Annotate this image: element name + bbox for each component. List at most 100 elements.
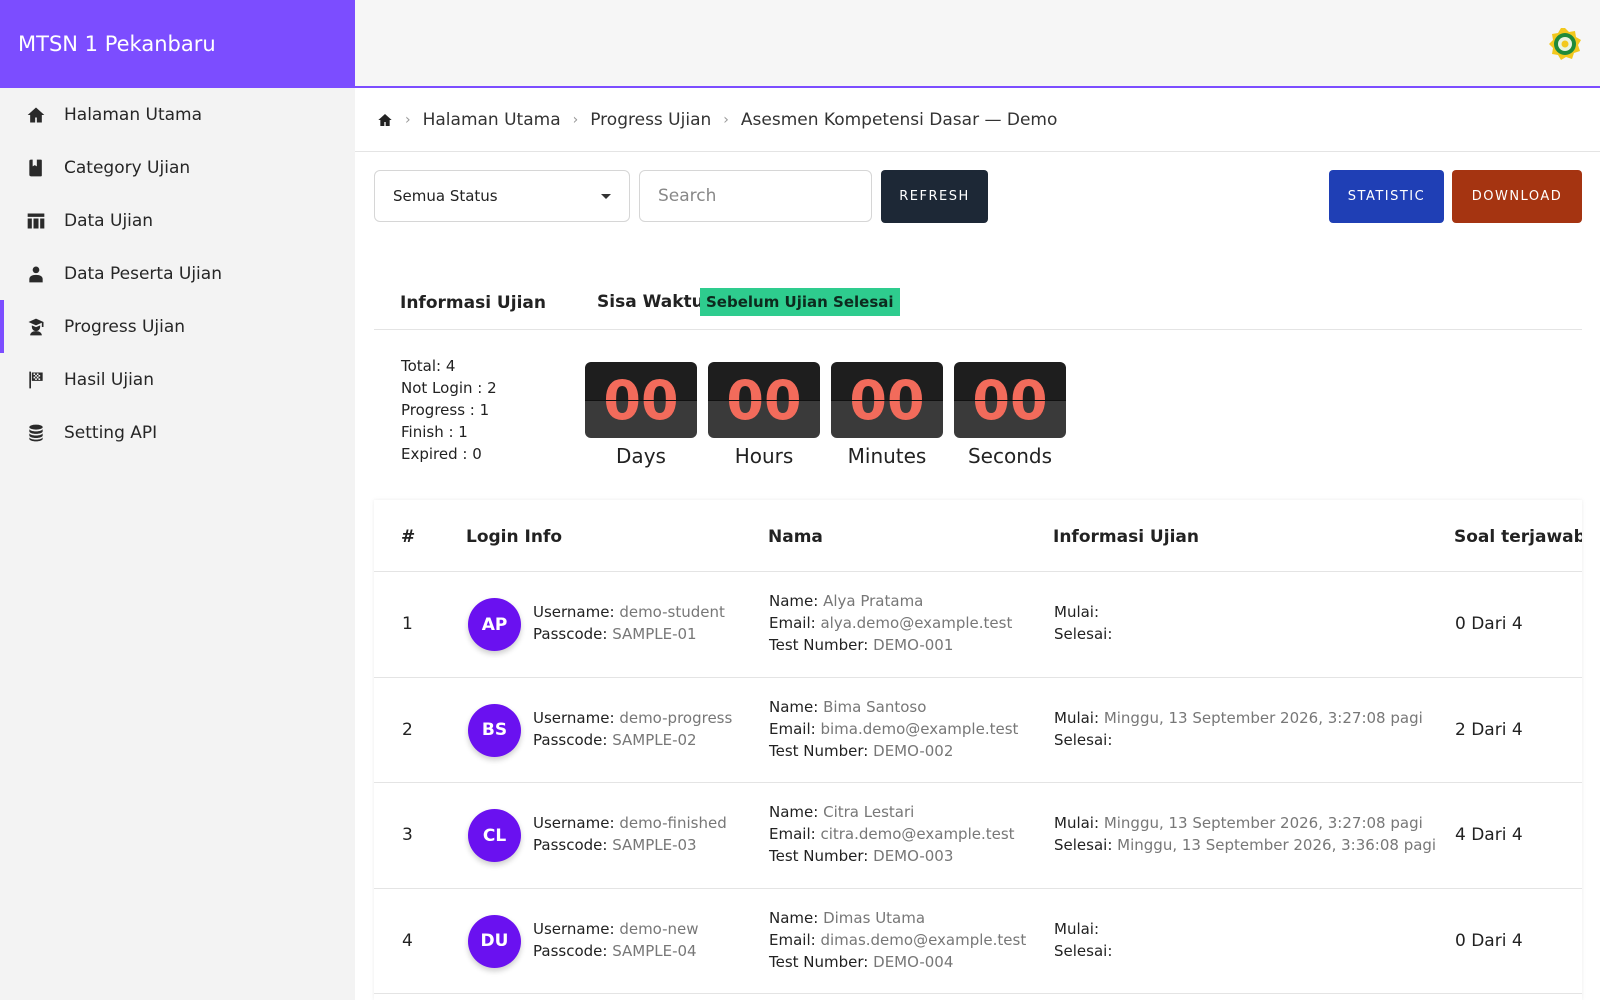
email-value: alya.demo@example.test bbox=[820, 614, 1013, 632]
status-filter-value: Semua Status bbox=[393, 187, 498, 205]
table-row[interactable]: 3 CL Username: demo-finished Passcode: S… bbox=[374, 783, 1582, 889]
exam-info-header: Informasi Ujian Sisa Waktu: Sebelum Ujia… bbox=[374, 274, 1582, 330]
sidebar-item-halaman-utama[interactable]: Halaman Utama bbox=[0, 88, 355, 141]
countdown-minutes-label: Minutes bbox=[847, 444, 927, 468]
status-filter-select[interactable]: Semua Status bbox=[374, 170, 630, 222]
breadcrumb-item-halaman-utama[interactable]: Halaman Utama bbox=[423, 110, 561, 130]
progress-table: # Login Info Nama Informasi Ujian Soal t… bbox=[374, 500, 1582, 1000]
email-value: bima.demo@example.test bbox=[820, 719, 1019, 738]
participant-info: Name: Citra Lestari Email: citra.demo@ex… bbox=[769, 803, 1015, 865]
sidebar-item-category-ujian[interactable]: Category Ujian bbox=[0, 141, 355, 194]
table-header: # Login Info Nama Informasi Ujian Soal t… bbox=[374, 500, 1582, 572]
login-info: Username: demo-new Passcode: SAMPLE-04 bbox=[533, 919, 699, 960]
table-icon bbox=[25, 210, 47, 232]
test-number-value: DEMO-003 bbox=[873, 847, 954, 865]
search-input[interactable] bbox=[639, 170, 872, 222]
username-value: demo-student bbox=[619, 603, 725, 621]
participant-info: Name: Alya Pratama Email: alya.demo@exam… bbox=[769, 592, 1013, 654]
remaining-time-label: Sisa Waktu: bbox=[597, 292, 711, 312]
row-number: 4 bbox=[402, 930, 413, 951]
exam-stats: Total: 4 Not Login : 2 Progress : 1 Fini… bbox=[401, 355, 497, 465]
column-header-nama: Nama bbox=[768, 527, 823, 547]
table-row[interactable]: 1 AP Username: demo-student Passcode: SA… bbox=[374, 572, 1582, 678]
column-header-informasi-ujian: Informasi Ujian bbox=[1053, 527, 1199, 547]
row-number: 2 bbox=[402, 719, 413, 740]
exam-time-info: Mulai: Selesai: bbox=[1054, 603, 1113, 643]
avatar: CL bbox=[468, 809, 521, 862]
column-header-soal-terjawab: Soal terjawab bbox=[1454, 527, 1582, 547]
passcode-value: SAMPLE-03 bbox=[612, 836, 697, 854]
name-value: Alya Pratama bbox=[823, 592, 924, 610]
exam-time-info: Mulai: Minggu, 13 September 2026, 3:27:0… bbox=[1054, 814, 1437, 854]
brand-title[interactable]: MTSN 1 Pekanbaru bbox=[0, 0, 355, 88]
answered-count: 4 Dari 4 bbox=[1455, 825, 1523, 845]
topbar bbox=[355, 0, 1600, 88]
sidebar-item-label: Hasil Ujian bbox=[64, 369, 154, 390]
sidebar-item-setting-api[interactable]: Setting API bbox=[0, 406, 355, 459]
stat-progress: Progress : 1 bbox=[401, 401, 490, 419]
chevron-right-icon: › bbox=[723, 111, 729, 128]
countdown-seconds-label: Seconds bbox=[967, 444, 1053, 468]
remaining-time-badge: Sebelum Ujian Selesai bbox=[700, 288, 900, 316]
stat-not-login: Not Login : 2 bbox=[401, 379, 497, 397]
database-icon bbox=[25, 422, 47, 444]
home-icon bbox=[25, 104, 47, 126]
breadcrumb-item-progress-ujian[interactable]: Progress Ujian bbox=[590, 110, 711, 130]
school-logo-icon[interactable] bbox=[1548, 27, 1582, 61]
person-icon bbox=[25, 263, 47, 285]
chevron-right-icon: › bbox=[572, 111, 579, 128]
breadcrumb: › Halaman Utama › Progress Ujian › Asesm… bbox=[355, 88, 1600, 152]
start-time-value: Minggu, 13 September 2026, 3:27:08 pagi bbox=[1103, 708, 1423, 727]
test-number-value: DEMO-001 bbox=[873, 636, 954, 654]
stat-finish: Finish : 1 bbox=[401, 423, 468, 441]
sidebar-item-label: Category Ujian bbox=[64, 157, 191, 178]
countdown-hours: 00 Hours bbox=[708, 362, 820, 468]
row-number: 1 bbox=[402, 614, 413, 634]
answered-count: 0 Dari 4 bbox=[1455, 614, 1523, 634]
download-button[interactable]: DOWNLOAD bbox=[1452, 170, 1582, 223]
breadcrumb-item-current: Asesmen Kompetensi Dasar — Demo bbox=[740, 109, 1058, 130]
breadcrumb-home-icon[interactable] bbox=[377, 112, 393, 128]
chevron-right-icon: › bbox=[405, 111, 411, 128]
caret-down-icon bbox=[601, 193, 611, 199]
username-value: demo-finished bbox=[619, 814, 727, 832]
sidebar-item-label: Data Peserta Ujian bbox=[64, 263, 222, 284]
countdown-seconds-value: 00 bbox=[972, 369, 1048, 432]
row-number: 3 bbox=[402, 825, 413, 845]
avatar: BS bbox=[468, 703, 521, 757]
stat-total: Total: 4 bbox=[401, 357, 456, 375]
participant-info: Name: Bima Santoso Email: bima.demo@exam… bbox=[769, 697, 1019, 760]
login-info: Username: demo-finished Passcode: SAMPLE… bbox=[533, 814, 727, 854]
book-icon bbox=[25, 157, 47, 179]
sidebar-item-label: Progress Ujian bbox=[64, 316, 186, 337]
countdown-timer: 00 Days 00 Hours 00 Minutes 00 Seconds bbox=[585, 362, 1077, 468]
name-value: Bima Santoso bbox=[823, 697, 927, 716]
main-content: › Halaman Utama › Progress Ujian › Asesm… bbox=[355, 88, 1600, 1000]
participant-info: Name: Dimas Utama Email: dimas.demo@exam… bbox=[769, 908, 1027, 971]
countdown-minutes: 00 Minutes bbox=[831, 362, 943, 468]
refresh-button[interactable]: REFRESH bbox=[881, 170, 988, 223]
countdown-hours-label: Hours bbox=[734, 444, 794, 468]
sidebar-item-data-ujian[interactable]: Data Ujian bbox=[0, 194, 355, 247]
sidebar: MTSN 1 Pekanbaru Halaman Utama Category … bbox=[0, 0, 355, 1000]
countdown-days: 00 Days bbox=[585, 362, 697, 468]
test-number-value: DEMO-004 bbox=[873, 952, 954, 971]
countdown-days-label: Days bbox=[616, 444, 666, 468]
email-value: citra.demo@example.test bbox=[820, 825, 1015, 843]
statistic-button[interactable]: STATISTIC bbox=[1329, 170, 1444, 223]
exam-info-title: Informasi Ujian bbox=[400, 293, 546, 313]
sidebar-item-progress-ujian[interactable]: Progress Ujian bbox=[0, 300, 355, 353]
sidebar-item-hasil-ujian[interactable]: Hasil Ujian bbox=[0, 353, 355, 406]
sidebar-item-data-peserta-ujian[interactable]: Data Peserta Ujian bbox=[0, 247, 355, 300]
table-row[interactable]: 2 BS Username: demo-progress Passcode: S… bbox=[374, 678, 1582, 783]
table-row[interactable]: 4 DU Username: demo-new Passcode: SAMPLE… bbox=[374, 889, 1582, 994]
sidebar-item-label: Data Ujian bbox=[64, 210, 154, 231]
countdown-days-value: 00 bbox=[603, 369, 679, 432]
passcode-value: SAMPLE-01 bbox=[612, 625, 697, 643]
start-time-value: Minggu, 13 September 2026, 3:27:08 pagi bbox=[1103, 814, 1423, 832]
answered-count: 0 Dari 4 bbox=[1455, 930, 1523, 951]
countdown-hours-value: 00 bbox=[726, 369, 802, 432]
email-value: dimas.demo@example.test bbox=[820, 930, 1027, 949]
countdown-minutes-value: 00 bbox=[849, 369, 925, 432]
sidebar-nav: Halaman Utama Category Ujian Data Ujian … bbox=[0, 88, 355, 459]
